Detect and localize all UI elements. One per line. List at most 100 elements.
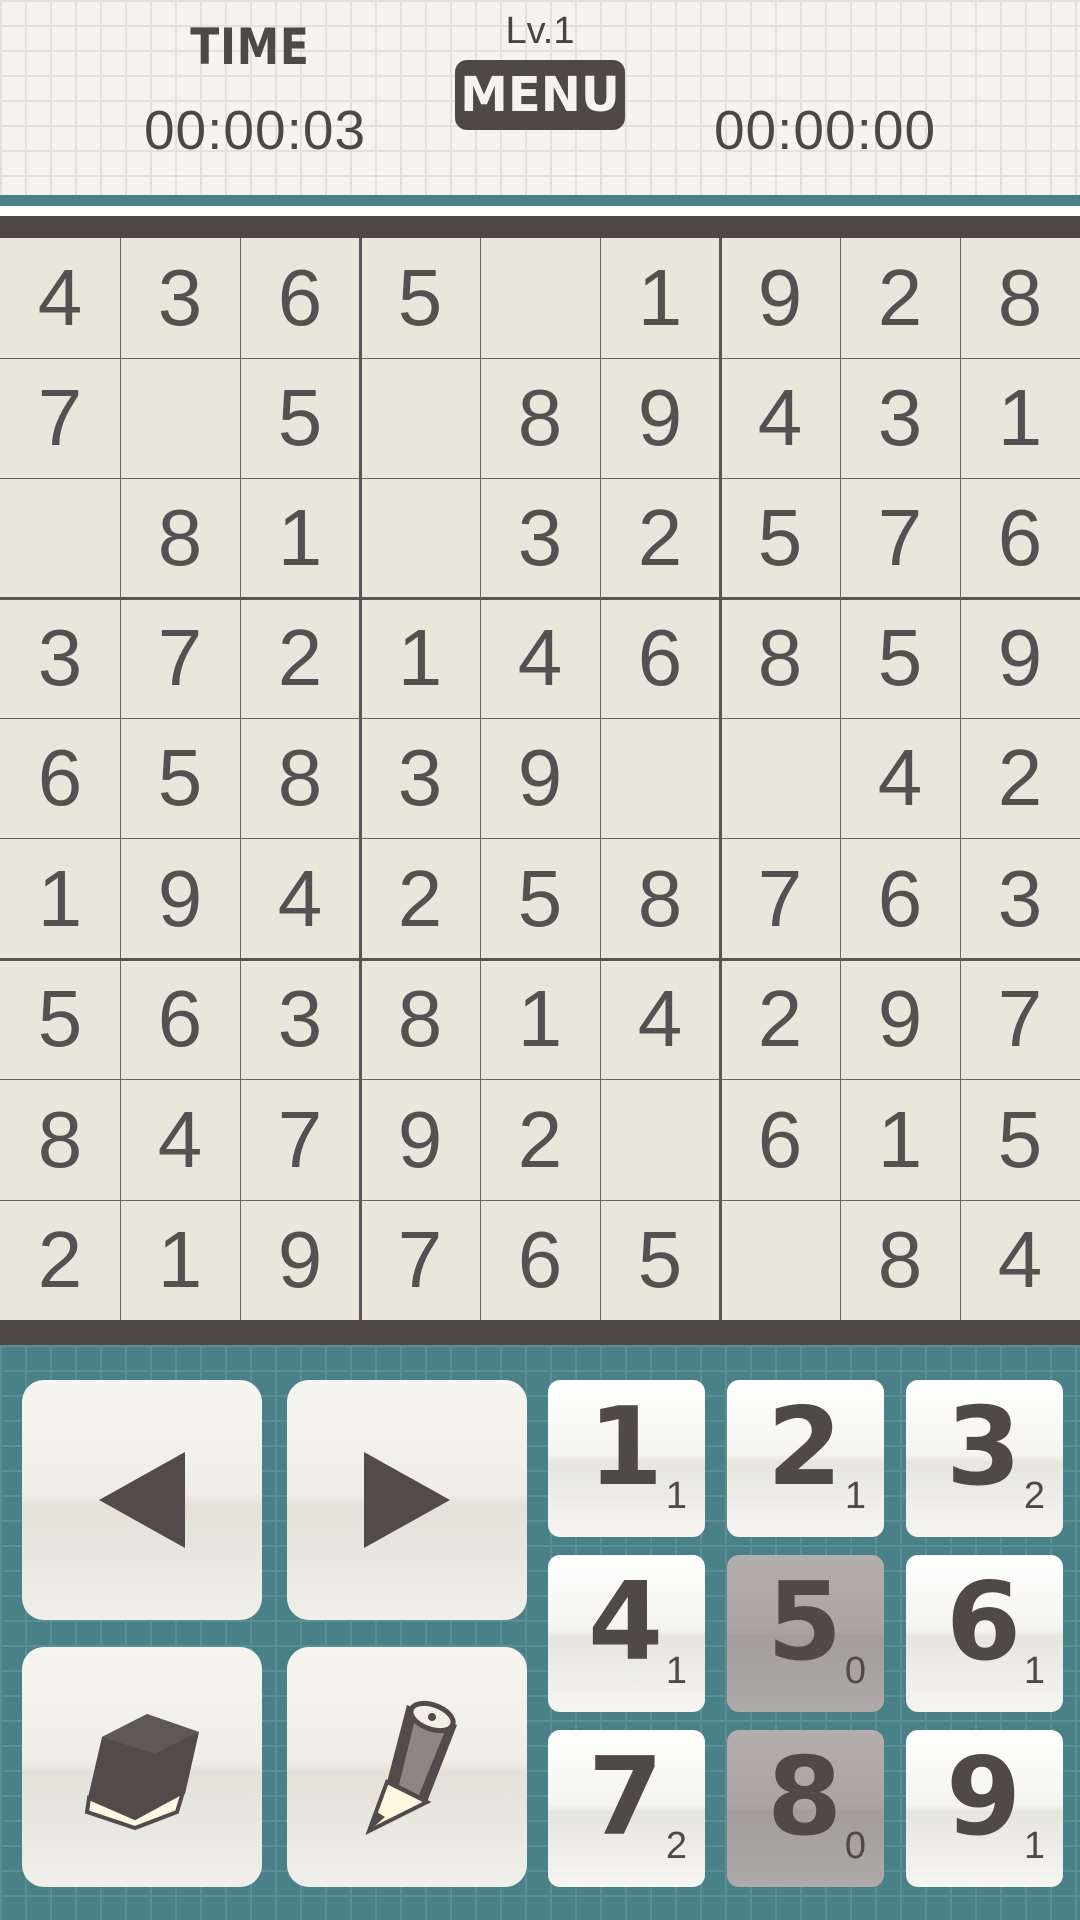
sudoku-cell-r4c2[interactable]: 7 [120,598,240,718]
sudoku-cell-r5c2[interactable]: 5 [120,718,240,838]
sudoku-cell-r2c5[interactable]: 8 [480,358,600,478]
sudoku-cell-r8c6[interactable] [600,1079,720,1200]
sudoku-cell-r9c1[interactable]: 2 [0,1200,120,1320]
sudoku-cell-r5c9[interactable]: 2 [960,718,1080,838]
sudoku-cell-r1c5[interactable] [480,238,600,358]
sudoku-cell-r2c8[interactable]: 3 [840,358,960,478]
sudoku-cell-r5c1[interactable]: 6 [0,718,120,838]
sudoku-cell-r3c8[interactable]: 7 [840,478,960,598]
sudoku-cell-r6c7[interactable]: 7 [720,838,840,959]
sudoku-cell-r3c4[interactable] [360,478,480,598]
number-digit: 9 [946,1735,1022,1860]
sudoku-cell-r4c6[interactable]: 6 [600,598,720,718]
sudoku-cell-r8c3[interactable]: 7 [240,1079,360,1200]
sudoku-cell-r5c7[interactable] [720,718,840,838]
sudoku-cell-r6c9[interactable]: 3 [960,838,1080,959]
number-button-7[interactable]: 72 [548,1730,705,1887]
number-button-4[interactable]: 41 [548,1555,705,1712]
sudoku-cell-r2c6[interactable]: 9 [600,358,720,478]
sudoku-cell-r2c4[interactable] [360,358,480,478]
grid-line [0,718,1080,719]
sudoku-cell-r6c1[interactable]: 1 [0,838,120,959]
sudoku-cell-r9c9[interactable]: 4 [960,1200,1080,1320]
sudoku-cell-r3c3[interactable]: 1 [240,478,360,598]
sudoku-cell-r6c4[interactable]: 2 [360,838,480,959]
sudoku-cell-r3c9[interactable]: 6 [960,478,1080,598]
number-button-5[interactable]: 50 [727,1555,884,1712]
sudoku-cell-r2c1[interactable]: 7 [0,358,120,478]
sudoku-cell-r8c4[interactable]: 9 [360,1079,480,1200]
sudoku-cell-r1c7[interactable]: 9 [720,238,840,358]
number-button-8[interactable]: 80 [727,1730,884,1887]
sudoku-cell-r5c5[interactable]: 9 [480,718,600,838]
number-button-6[interactable]: 61 [906,1555,1063,1712]
sudoku-cell-r3c5[interactable]: 3 [480,478,600,598]
sudoku-cell-r2c3[interactable]: 5 [240,358,360,478]
sudoku-cell-r1c4[interactable]: 5 [360,238,480,358]
sudoku-cell-r9c4[interactable]: 7 [360,1200,480,1320]
sudoku-cell-r4c1[interactable]: 3 [0,598,120,718]
number-button-9[interactable]: 91 [906,1730,1063,1887]
next-button[interactable] [287,1380,527,1620]
sudoku-cell-r1c3[interactable]: 6 [240,238,360,358]
number-button-2[interactable]: 21 [727,1380,884,1537]
sudoku-cell-r8c7[interactable]: 6 [720,1079,840,1200]
sudoku-cell-r9c3[interactable]: 9 [240,1200,360,1320]
grid-line [719,238,722,1320]
sudoku-cell-r7c2[interactable]: 6 [120,959,240,1079]
sudoku-cell-r4c8[interactable]: 5 [840,598,960,718]
sudoku-cell-r9c7[interactable] [720,1200,840,1320]
sudoku-cell-r7c8[interactable]: 9 [840,959,960,1079]
number-button-1[interactable]: 11 [548,1380,705,1537]
sudoku-cell-r1c2[interactable]: 3 [120,238,240,358]
sudoku-cell-r3c1[interactable] [0,478,120,598]
number-button-3[interactable]: 32 [906,1380,1063,1537]
sudoku-cell-r7c5[interactable]: 1 [480,959,600,1079]
sudoku-cell-r8c8[interactable]: 1 [840,1079,960,1200]
grid-line [960,238,961,1320]
eraser-button[interactable] [22,1647,262,1887]
prev-button[interactable] [22,1380,262,1620]
sudoku-cell-r4c4[interactable]: 1 [360,598,480,718]
sudoku-cell-r1c1[interactable]: 4 [0,238,120,358]
sudoku-cell-r4c7[interactable]: 8 [720,598,840,718]
sudoku-cell-r4c3[interactable]: 2 [240,598,360,718]
sudoku-cell-r6c2[interactable]: 9 [120,838,240,959]
menu-button[interactable]: MENU [455,60,625,130]
sudoku-cell-r9c2[interactable]: 1 [120,1200,240,1320]
sudoku-cell-r6c3[interactable]: 4 [240,838,360,959]
sudoku-cell-r9c5[interactable]: 6 [480,1200,600,1320]
sudoku-cell-r4c9[interactable]: 9 [960,598,1080,718]
sudoku-cell-r3c7[interactable]: 5 [720,478,840,598]
sudoku-cell-r8c5[interactable]: 2 [480,1079,600,1200]
sudoku-cell-r6c6[interactable]: 8 [600,838,720,959]
sudoku-cell-r1c8[interactable]: 2 [840,238,960,358]
sudoku-cell-r7c7[interactable]: 2 [720,959,840,1079]
pencil-button[interactable] [287,1647,527,1887]
sudoku-cell-r9c6[interactable]: 5 [600,1200,720,1320]
number-digit: 2 [767,1385,843,1510]
sudoku-cell-r2c7[interactable]: 4 [720,358,840,478]
sudoku-cell-r7c4[interactable]: 8 [360,959,480,1079]
sudoku-cell-r5c6[interactable] [600,718,720,838]
sudoku-cell-r1c9[interactable]: 8 [960,238,1080,358]
sudoku-cell-r2c2[interactable] [120,358,240,478]
sudoku-cell-r7c1[interactable]: 5 [0,959,120,1079]
sudoku-cell-r8c2[interactable]: 4 [120,1079,240,1200]
sudoku-cell-r5c4[interactable]: 3 [360,718,480,838]
sudoku-cell-r1c6[interactable]: 1 [600,238,720,358]
sudoku-cell-r3c6[interactable]: 2 [600,478,720,598]
sudoku-cell-r7c6[interactable]: 4 [600,959,720,1079]
sudoku-cell-r8c9[interactable]: 5 [960,1079,1080,1200]
sudoku-cell-r2c9[interactable]: 1 [960,358,1080,478]
sudoku-cell-r8c1[interactable]: 8 [0,1079,120,1200]
sudoku-cell-r4c5[interactable]: 4 [480,598,600,718]
sudoku-cell-r5c3[interactable]: 8 [240,718,360,838]
sudoku-cell-r5c8[interactable]: 4 [840,718,960,838]
sudoku-cell-r3c2[interactable]: 8 [120,478,240,598]
sudoku-cell-r6c8[interactable]: 6 [840,838,960,959]
sudoku-cell-r9c8[interactable]: 8 [840,1200,960,1320]
sudoku-cell-r7c3[interactable]: 3 [240,959,360,1079]
sudoku-cell-r7c9[interactable]: 7 [960,959,1080,1079]
sudoku-cell-r6c5[interactable]: 5 [480,838,600,959]
